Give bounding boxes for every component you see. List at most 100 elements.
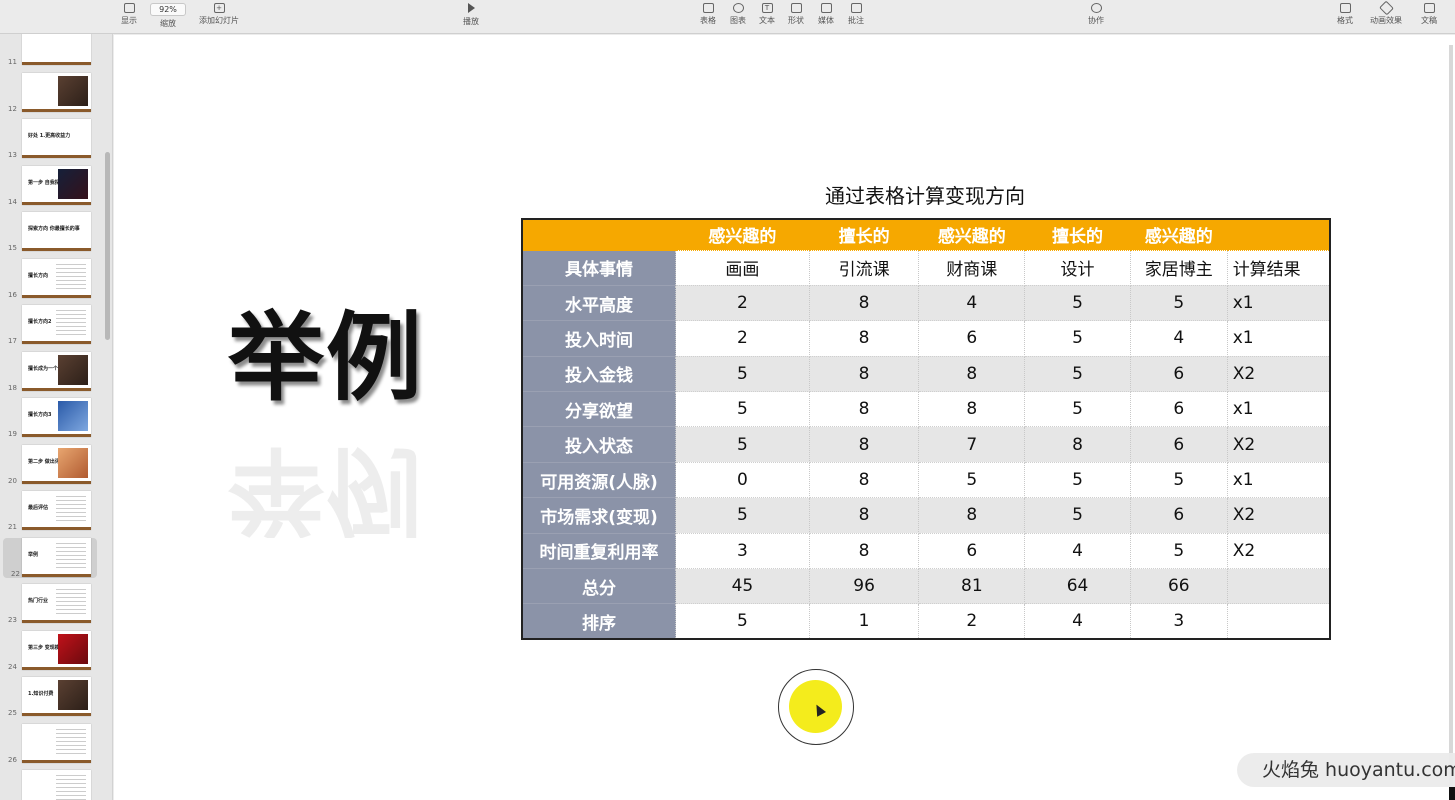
sidebar-scrollbar[interactable] — [105, 152, 110, 340]
table-cell[interactable]: 8 — [918, 356, 1026, 393]
slide-thumbnail[interactable]: 19 擅长方向3 — [0, 398, 100, 438]
table-cell[interactable]: 计算结果 — [1227, 250, 1331, 286]
slide-thumbnail[interactable]: 21 最后评估 — [0, 491, 100, 531]
slide-thumbnail[interactable]: 24 第三步 变现模式 — [0, 630, 100, 671]
table-cell[interactable]: 96 — [809, 568, 920, 605]
table-cell[interactable]: 6 — [1130, 426, 1228, 463]
table-row-label[interactable]: 分享欲望 — [522, 391, 677, 428]
table-header-cell[interactable]: 擅长的 — [1024, 219, 1131, 251]
chart-button[interactable]: 图表 — [730, 3, 746, 26]
table-cell[interactable]: x1 — [1227, 320, 1331, 357]
table-cell[interactable]: 2 — [918, 603, 1026, 640]
slide-thumbnail[interactable]: 12 — [0, 72, 100, 113]
table-row-label[interactable]: 排序 — [522, 603, 677, 640]
table-button[interactable]: 表格 — [700, 3, 716, 26]
table-cell[interactable]: 5 — [675, 391, 810, 428]
table-cell[interactable]: 4 — [1024, 603, 1131, 640]
slide-thumbnail[interactable]: 18 擅长成为一个 — [0, 351, 100, 392]
table-header-cell[interactable]: 感兴趣的 — [918, 219, 1026, 251]
table-cell[interactable]: 8 — [809, 533, 920, 570]
table-cell[interactable]: 5 — [1024, 320, 1131, 357]
table-cell[interactable]: 财商课 — [918, 250, 1026, 286]
table-cell[interactable]: 5 — [918, 462, 1026, 499]
table-row-label[interactable]: 时间重复利用率 — [522, 533, 677, 570]
table-cell[interactable]: 0 — [675, 462, 810, 499]
table-cell[interactable]: 引流课 — [809, 250, 920, 286]
table-cell[interactable]: 画画 — [675, 250, 810, 286]
table-cell[interactable]: 4 — [1024, 533, 1131, 570]
table-cell[interactable]: 8 — [809, 391, 920, 428]
table-cell[interactable]: 2 — [675, 285, 810, 322]
table-header-cell[interactable]: 擅长的 — [809, 219, 920, 251]
table-header-cell[interactable]: 感兴趣的 — [1130, 219, 1228, 251]
table-cell[interactable]: 8 — [809, 497, 920, 534]
slide-thumbnail[interactable]: 22 举例 — [3, 537, 97, 578]
table-cell[interactable]: 5 — [1130, 462, 1228, 499]
table-cell[interactable]: 8 — [918, 497, 1026, 534]
slide-thumbnail[interactable]: 27 — [0, 770, 100, 800]
collaborate-button[interactable]: 协作 — [1088, 3, 1104, 26]
table-cell[interactable]: 3 — [675, 533, 810, 570]
table-cell[interactable]: 8 — [1024, 426, 1131, 463]
table-cell[interactable]: 8 — [918, 391, 1026, 428]
format-button[interactable]: 格式 — [1337, 3, 1353, 26]
table-cell[interactable]: 5 — [675, 426, 810, 463]
zoom-button[interactable]: 92% 缩放 — [150, 3, 186, 29]
table-cell[interactable]: 8 — [809, 356, 920, 393]
table-cell[interactable]: 家居博主 — [1130, 250, 1228, 286]
table-cell[interactable]: 设计 — [1024, 250, 1131, 286]
play-button[interactable]: 播放 — [463, 3, 479, 27]
table-cell[interactable]: 5 — [1024, 391, 1131, 428]
add-slide-button[interactable]: + 添加幻灯片 — [199, 3, 239, 26]
table-cell[interactable]: 6 — [1130, 356, 1228, 393]
table-cell[interactable]: 8 — [809, 426, 920, 463]
table-cell[interactable]: 45 — [675, 568, 810, 605]
table-cell[interactable]: 8 — [809, 320, 920, 357]
table-cell[interactable]: 5 — [675, 603, 810, 640]
table-cell[interactable]: X2 — [1227, 426, 1331, 463]
table-cell[interactable]: 81 — [918, 568, 1026, 605]
table-cell[interactable]: 7 — [918, 426, 1026, 463]
slide-thumbnail[interactable]: 25 1.知识付费 — [0, 677, 100, 717]
table-row-label[interactable]: 可用资源(人脉) — [522, 462, 677, 499]
table-header-cell[interactable] — [1227, 219, 1331, 251]
animate-button[interactable]: 动画效果 — [1370, 0, 1402, 26]
media-button[interactable]: 媒体 — [818, 3, 834, 26]
table-cell[interactable]: 5 — [1024, 497, 1131, 534]
table-cell[interactable]: 3 — [1130, 603, 1228, 640]
table-cell[interactable]: 6 — [918, 320, 1026, 357]
document-button[interactable]: 文稿 — [1421, 3, 1437, 26]
table-header-cell[interactable] — [522, 219, 677, 251]
slide-navigator[interactable]: 11 12 13 好处 1.更高收益力 14 第一步 自我探索 15 探索方向 你最擅长的事 1… — [0, 34, 113, 800]
slide-thumbnail[interactable]: 14 第一步 自我探索 — [0, 165, 100, 206]
table-cell[interactable]: x1 — [1227, 462, 1331, 499]
table-cell[interactable]: 5 — [1024, 462, 1131, 499]
table-cell[interactable]: X2 — [1227, 356, 1331, 393]
slide-thumbnail[interactable]: 16 擅长方向 — [0, 258, 100, 299]
table-cell[interactable]: 6 — [918, 533, 1026, 570]
table-cell[interactable]: 8 — [809, 462, 920, 499]
table-cell[interactable]: 6 — [1130, 391, 1228, 428]
table-row-label[interactable]: 投入时间 — [522, 320, 677, 357]
text-button[interactable]: T 文本 — [759, 3, 775, 26]
table-row-label[interactable]: 市场需求(变现) — [522, 497, 677, 534]
table-cell[interactable]: 4 — [918, 285, 1026, 322]
table-cell[interactable]: 8 — [809, 285, 920, 322]
slide-thumbnail[interactable]: 15 探索方向 你最擅长的事 — [0, 212, 100, 252]
table-cell[interactable]: 5 — [675, 356, 810, 393]
table-row-label[interactable]: 投入金钱 — [522, 356, 677, 393]
slide-thumbnail[interactable]: 17 擅长方向2 — [0, 305, 100, 345]
table-row-label[interactable]: 投入状态 — [522, 426, 677, 463]
table-cell[interactable]: X2 — [1227, 497, 1331, 534]
table-cell[interactable]: 5 — [1024, 356, 1131, 393]
slide-thumbnail[interactable]: 23 热门行业 — [0, 584, 100, 624]
table-cell[interactable]: 5 — [1130, 533, 1228, 570]
table-row-label[interactable]: 水平高度 — [522, 285, 677, 322]
slide-thumbnail[interactable]: 20 第二步 做出评估 — [0, 444, 100, 485]
table-cell[interactable]: 5 — [675, 497, 810, 534]
view-button[interactable]: 显示 — [121, 3, 137, 26]
table-row-label[interactable]: 具体事情 — [522, 250, 677, 286]
table-cell[interactable]: x1 — [1227, 391, 1331, 428]
table-cell[interactable]: 4 — [1130, 320, 1228, 357]
table-header-cell[interactable]: 感兴趣的 — [675, 219, 810, 251]
